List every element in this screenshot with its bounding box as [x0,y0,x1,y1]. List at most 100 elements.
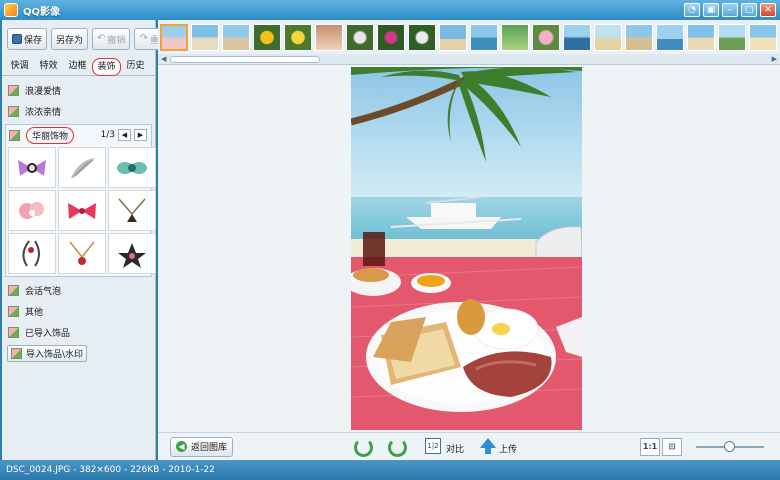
maximize-button[interactable]: □ [741,3,757,17]
category-ornaments-panel: 华丽饰物 1/3 ◀ ▶ [5,124,156,277]
bow-red-icon [68,202,96,219]
film-thumb[interactable] [160,23,188,51]
ornament-item[interactable] [8,233,56,274]
bottom-toolbar: ◀ 返回图库 1|2 对比 上传 1:1 ⊡ [158,432,780,460]
category-label: 华丽饰物 [26,126,75,144]
film-thumb[interactable] [501,23,529,51]
star-charm-icon [118,242,146,268]
actual-size-button[interactable]: 1:1 [640,438,660,456]
ornament-grid [6,145,156,276]
rotate-right-icon[interactable] [388,438,407,457]
ornament-item[interactable] [8,190,56,231]
filmstrip-scrollbar[interactable]: ◀ ▶ [158,54,780,65]
film-thumb[interactable] [408,23,436,51]
rotate-left-icon[interactable] [354,438,373,457]
category-icon [9,129,20,141]
film-thumb[interactable] [284,23,312,51]
ornament-item[interactable] [58,190,106,231]
edited-photo[interactable] [351,67,582,430]
prev-page-button[interactable]: ◀ [118,129,131,141]
film-thumb[interactable] [191,23,219,51]
left-panel: 保存 另存为 ↶ 撤销 ↷ 重做 快调 特效 边框 装饰 历史 浪漫爱情 浓浓亲… [2,20,173,460]
scroll-thumb[interactable] [170,56,320,63]
back-to-library-button[interactable]: ◀ 返回图库 [170,436,234,457]
film-thumb[interactable] [346,23,374,51]
save-label: 保存 [24,35,43,46]
back-arrow-icon: ◀ [176,441,187,452]
film-thumb[interactable] [222,23,250,51]
zoom-slider[interactable] [696,441,764,452]
zoom-slider-knob[interactable] [724,441,735,452]
film-thumb[interactable] [253,23,281,51]
ornament-item[interactable] [108,233,156,274]
tab-border[interactable]: 边框 [63,58,92,75]
title-bar: QQ影像 ◔ ▣ – □ ✕ [0,0,780,20]
window-controls: ◔ ▣ – □ ✕ [684,3,776,17]
tab-history[interactable]: 历史 [121,58,150,75]
scroll-left-icon[interactable]: ◀ [161,55,166,63]
category-family[interactable]: 浓浓亲情 [2,101,155,122]
import-label: 导入饰品\水印 [26,350,84,360]
film-thumb[interactable] [563,23,591,51]
category-imported[interactable]: 已导入饰品 [2,322,155,343]
film-thumb[interactable] [656,23,684,51]
fit-window-icon[interactable]: ⊡ [662,438,682,456]
film-thumb[interactable] [315,23,343,51]
minimize-button[interactable]: – [722,3,738,17]
skin-icon[interactable]: ▣ [703,3,719,17]
ornament-item[interactable] [108,190,156,231]
category-ornaments[interactable]: 华丽饰物 1/3 ◀ ▶ [6,125,151,145]
save-icon [12,34,22,44]
category-icon [8,85,19,96]
category-other[interactable]: 其他 [2,301,155,322]
close-button[interactable]: ✕ [760,3,776,17]
category-label: 会话气泡 [25,287,62,297]
pink-flower-icon [19,201,44,219]
category-label: 其他 [25,308,44,318]
save-as-label: 另存为 [56,35,84,46]
film-thumb[interactable] [749,23,777,51]
ornament-item[interactable] [8,147,56,188]
undo-icon: ↶ [97,33,106,44]
teal-brooch-icon [117,161,147,174]
film-thumb[interactable] [439,23,467,51]
film-thumb[interactable] [377,23,405,51]
tab-quick-adjust[interactable]: 快调 [5,58,34,75]
save-as-button[interactable]: 另存为 [51,28,89,50]
ornament-item[interactable] [108,147,156,188]
upload-icon[interactable] [480,438,496,454]
tab-decoration[interactable]: 装饰 [92,58,121,76]
app-title: QQ影像 [23,6,61,18]
ornament-item[interactable] [58,233,106,274]
film-thumb[interactable] [625,23,653,51]
image-canvas [158,65,780,432]
category-label: 浓浓亲情 [25,108,62,118]
feedback-icon[interactable]: ◔ [684,3,700,17]
category-romantic-love[interactable]: 浪漫爱情 [2,80,155,101]
ornament-item[interactable] [58,147,106,188]
save-button[interactable]: 保存 [7,28,48,50]
back-label: 返回图库 [191,443,228,453]
upload-label[interactable]: 上传 [499,442,517,455]
film-thumb[interactable] [532,23,560,51]
film-thumb[interactable] [470,23,498,51]
undo-label: 撤销 [107,35,126,46]
compare-label[interactable]: 对比 [446,442,464,455]
earring-chain-icon [22,239,40,267]
film-thumb[interactable] [718,23,746,51]
category-icon [8,327,19,338]
tab-effects[interactable]: 特效 [34,58,63,75]
compare-icon[interactable]: 1|2 [425,438,441,454]
category-speech-bubble[interactable]: 会话气泡 [2,280,155,301]
edit-toolbar: 保存 另存为 ↶ 撤销 ↷ 重做 [2,20,173,58]
page-indicator: 1/3 [100,130,115,140]
undo-button[interactable]: ↶ 撤销 [92,28,131,50]
redo-icon: ↷ [139,33,148,44]
next-page-button[interactable]: ▶ [134,129,147,141]
scroll-right-icon[interactable]: ▶ [772,55,777,63]
film-thumb[interactable] [594,23,622,51]
category-icon [8,306,19,317]
app-logo-icon [4,3,18,17]
import-ornament-button[interactable]: 导入饰品\水印 [7,345,87,362]
film-thumb[interactable] [687,23,715,51]
